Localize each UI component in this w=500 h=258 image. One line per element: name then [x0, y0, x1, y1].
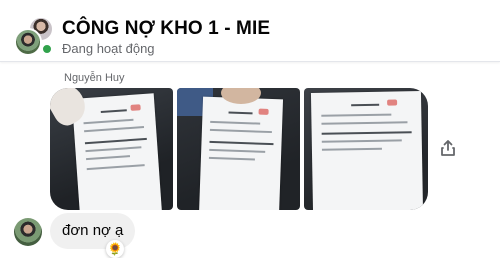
document-image [71, 93, 163, 210]
share-icon [441, 140, 455, 156]
sunflower-reaction-icon[interactable]: 🌻 [106, 240, 124, 258]
share-button[interactable] [436, 136, 460, 160]
invoice-photo[interactable] [177, 88, 300, 210]
invoice-photo[interactable] [50, 88, 173, 210]
document-image [198, 96, 284, 210]
document-image [310, 91, 424, 210]
online-status-dot [41, 43, 53, 55]
invoice-photo[interactable] [304, 88, 428, 210]
photo-grid [50, 88, 428, 210]
group-avatar[interactable] [14, 16, 54, 56]
chat-title[interactable]: CÔNG NỢ KHO 1 - MIE [62, 18, 270, 40]
chat-header: CÔNG NỢ KHO 1 - MIE Đang hoạt động [0, 0, 500, 62]
member-avatar [14, 28, 42, 56]
active-status: Đang hoạt động [62, 41, 155, 56]
sender-name: Nguyễn Huy [64, 72, 125, 84]
sender-avatar[interactable] [14, 218, 42, 246]
